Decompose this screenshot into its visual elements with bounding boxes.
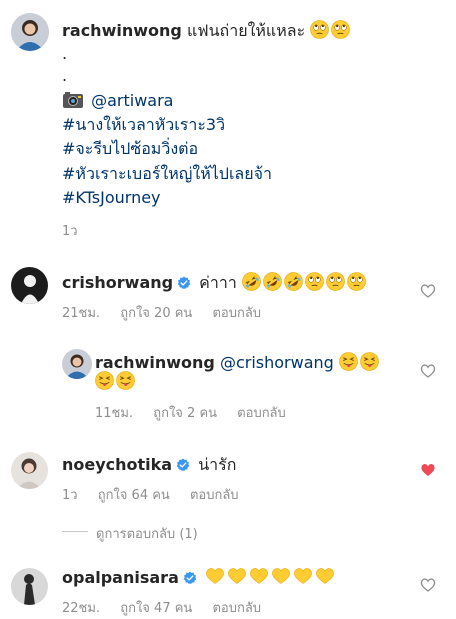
rolling-eyes-icon — [326, 272, 345, 291]
yellow-heart-icon — [315, 566, 335, 586]
reply-button[interactable]: ตอบกลับ — [190, 488, 239, 503]
rofl-icon — [242, 272, 261, 291]
caption-dot: . — [62, 44, 68, 63]
verified-badge-icon — [176, 458, 190, 472]
reply-time: 11ชม. — [95, 406, 134, 421]
reply-button[interactable]: ตอบกลับ — [237, 406, 286, 421]
replies-divider — [62, 531, 88, 532]
yellow-heart-icon — [205, 566, 225, 586]
reply-username[interactable]: rachwinwong — [95, 353, 215, 372]
likes-count-button[interactable]: ถูกใจ 2 คน — [153, 406, 217, 421]
comment-username[interactable]: opalpanisara — [62, 568, 179, 587]
rolling-eyes-icon — [331, 20, 350, 39]
reply-mention[interactable]: @crishorwang — [220, 353, 334, 372]
comment-text: ค่าาา — [199, 273, 237, 292]
comment-avatar[interactable] — [11, 452, 48, 489]
reply-button[interactable]: ตอบกลับ — [212, 601, 261, 616]
liked-heart-icon[interactable] — [420, 462, 436, 478]
rofl-icon — [284, 272, 303, 291]
comment-avatar[interactable] — [11, 568, 48, 605]
hashtag[interactable]: #นางให้เวลาหัวเราะ3วิ — [62, 115, 225, 135]
verified-badge-icon — [177, 276, 191, 290]
comment-avatar[interactable] — [11, 267, 48, 304]
yellow-heart-icon — [271, 566, 291, 586]
camera-icon — [63, 92, 83, 108]
caption-dot: . — [62, 66, 68, 85]
tongue-squint-icon — [339, 352, 358, 371]
hashtag[interactable]: #หัวเราะเบอร์ใหญ่ให้ไปเลยจ้า — [62, 164, 272, 184]
hashtag[interactable]: #KTsJourney — [62, 188, 161, 208]
verified-badge-icon — [183, 571, 197, 585]
caption-time: 1ว — [62, 224, 78, 239]
likes-count-button[interactable]: ถูกใจ 20 คน — [120, 306, 192, 321]
tongue-squint-icon — [116, 371, 135, 390]
rolling-eyes-icon — [305, 272, 324, 291]
rolling-eyes-icon — [347, 272, 366, 291]
caption-avatar[interactable] — [11, 13, 49, 51]
likes-count-button[interactable]: ถูกใจ 47 คน — [120, 601, 192, 616]
hashtag[interactable]: #จะรีบไปซ้อมวิ่งต่อ — [62, 139, 198, 159]
rolling-eyes-icon — [310, 20, 329, 39]
caption-text: แฟนถ่ายให้แหละ — [186, 21, 306, 40]
yellow-heart-icon — [249, 566, 269, 586]
yellow-heart-icon — [227, 566, 247, 586]
reply-button[interactable]: ตอบกลับ — [212, 306, 261, 321]
tongue-squint-icon — [95, 371, 114, 390]
caption-username[interactable]: rachwinwong — [62, 21, 182, 40]
rofl-icon — [263, 272, 282, 291]
comment-username[interactable]: noeychotika — [62, 455, 172, 474]
view-replies-button[interactable]: ดูการตอบกลับ (1) — [96, 523, 198, 544]
yellow-heart-icon — [293, 566, 313, 586]
comment-time: 21ชม. — [62, 306, 101, 321]
like-heart-icon[interactable] — [420, 577, 436, 593]
like-heart-icon[interactable] — [420, 283, 436, 299]
comment-text: น่ารัก — [198, 455, 237, 474]
credit-mention[interactable]: @artiwara — [91, 91, 173, 110]
comment-time: 22ชม. — [62, 601, 101, 616]
comment-time: 1ว — [62, 488, 78, 503]
tongue-squint-icon — [360, 352, 379, 371]
comment-username[interactable]: crishorwang — [62, 273, 173, 292]
like-heart-icon[interactable] — [420, 363, 436, 379]
reply-avatar[interactable] — [62, 349, 92, 379]
likes-count-button[interactable]: ถูกใจ 64 คน — [98, 488, 170, 503]
